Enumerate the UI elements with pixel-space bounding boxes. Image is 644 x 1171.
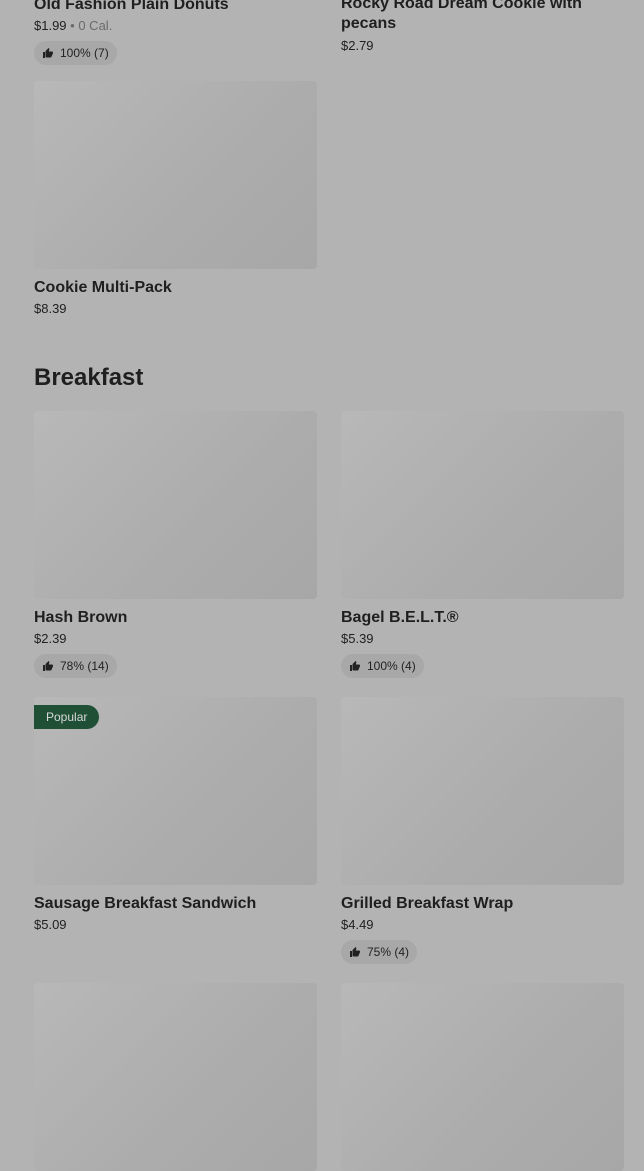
rating-text: 75% (4) <box>367 945 410 959</box>
menu-item-price: $5.39 <box>341 631 374 646</box>
menu-item-price-row: $2.39 <box>34 630 317 648</box>
menu-item-price-row: $8.39 <box>34 300 317 318</box>
section-heading: Breakfast <box>34 364 144 391</box>
menu-item-price-row: $4.49 <box>341 916 624 934</box>
menu-page: Old Fashion Plain Donuts $1.99 • 0 Cal. … <box>0 0 644 1171</box>
menu-item-image <box>34 411 317 599</box>
menu-item-price: $8.39 <box>34 301 67 316</box>
menu-item-title: Cookie Multi-Pack <box>34 279 172 296</box>
menu-item-price: $1.99 <box>34 18 67 33</box>
menu-item-title: Bagel B.E.L.T.® <box>341 609 459 626</box>
menu-item-image <box>34 983 317 1171</box>
menu-item-card[interactable]: Cookie Multi-Pack $8.39 <box>34 81 317 318</box>
menu-item-card[interactable]: Rocky Road Dream Cookie with pecans $2.7… <box>341 0 624 55</box>
thumbs-up-icon <box>43 661 53 671</box>
rating-text: 100% (7) <box>60 46 109 60</box>
menu-item-price: $2.39 <box>34 631 67 646</box>
menu-item-card[interactable]: Grilled Breakfast Wrap $4.49 75% (4) <box>341 697 624 964</box>
thumbs-up-icon <box>350 661 360 671</box>
rating-badge: 78% (14) <box>34 654 117 678</box>
menu-item-image: Popular <box>34 697 317 885</box>
menu-item-image <box>34 81 317 269</box>
popular-badge: Popular <box>34 705 100 729</box>
rating-text: 78% (14) <box>60 659 109 673</box>
menu-item-image <box>341 697 624 885</box>
menu-item-price: $4.49 <box>341 917 374 932</box>
menu-item-card[interactable]: Old Fashion Plain Donuts $1.99 • 0 Cal. … <box>34 0 317 65</box>
menu-item-calories: 0 Cal. <box>78 18 113 33</box>
thumbs-up-icon <box>350 947 360 957</box>
menu-item-price: $5.09 <box>34 917 67 932</box>
menu-item-price-row: $5.09 <box>34 916 317 934</box>
rating-badge: 100% (7) <box>34 41 117 65</box>
menu-item-price-row: $1.99 • 0 Cal. <box>34 17 317 35</box>
menu-item-title: Grilled Breakfast Wrap <box>341 895 514 912</box>
menu-item-price: $2.79 <box>341 38 374 53</box>
rating-text: 100% (4) <box>367 659 416 673</box>
menu-item-title: Sausage Breakfast Sandwich <box>34 895 257 912</box>
menu-item-card[interactable]: Bagel B.E.L.T.® $5.39 100% (4) <box>341 411 624 678</box>
menu-item-card[interactable] <box>34 983 317 1171</box>
menu-item-image <box>341 983 624 1171</box>
menu-item-title: Hash Brown <box>34 609 128 626</box>
menu-item-price-row: $5.39 <box>341 630 624 648</box>
rating-badge: 75% (4) <box>341 940 418 964</box>
thumbs-up-icon <box>43 48 53 58</box>
menu-item-card[interactable]: Hash Brown $2.39 78% (14) <box>34 411 317 678</box>
menu-item-image <box>341 411 624 599</box>
menu-item-title: Old Fashion Plain Donuts <box>34 0 229 13</box>
rating-badge: 100% (4) <box>341 654 424 678</box>
menu-item-price-row: $2.79 <box>341 37 624 55</box>
menu-item-card[interactable] <box>341 983 624 1171</box>
menu-item-card[interactable]: Popular Sausage Breakfast Sandwich $5.09 <box>34 697 317 934</box>
menu-item-title: Rocky Road Dream Cookie with pecans <box>341 0 582 32</box>
